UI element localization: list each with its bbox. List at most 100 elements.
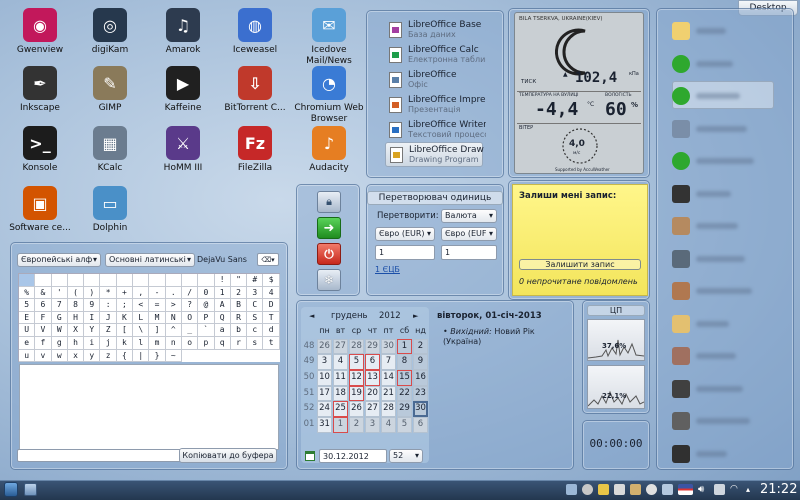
charmap-cell[interactable]: @ (198, 299, 215, 312)
calendar-day[interactable]: 9 (413, 354, 428, 371)
clear-icon[interactable]: ⌫▾ (257, 253, 279, 266)
charmap-cell[interactable]: Z (100, 324, 117, 337)
clipboard-icon[interactable] (614, 484, 625, 495)
calendar-day[interactable]: 19 (349, 385, 364, 402)
charmap-cell[interactable]: g (51, 336, 68, 350)
charmap-cell[interactable]: y (84, 349, 101, 363)
charmap-cell[interactable]: _ (181, 324, 199, 337)
contact-item[interactable] (672, 148, 774, 174)
charmap-cell[interactable] (19, 274, 36, 287)
charmap-cell[interactable]: ' (51, 286, 68, 300)
charmap-cell[interactable]: f (35, 336, 52, 350)
charmap-cell[interactable]: # (247, 274, 264, 287)
contact-item[interactable] (672, 18, 774, 44)
calendar-day[interactable]: 14 (381, 370, 396, 386)
libreoffice-item[interactable]: LibreOffice Base База даних (385, 17, 483, 42)
contact-item[interactable] (672, 376, 774, 402)
calendar-day[interactable]: 30 (413, 401, 428, 418)
calendar-day[interactable]: 4 (333, 354, 348, 371)
charmap-cell[interactable]: & (35, 286, 52, 300)
charmap-cell[interactable]: S (247, 311, 264, 325)
calendar-day[interactable]: 7 (381, 354, 396, 371)
calendar-day[interactable]: 13 (365, 370, 380, 386)
calendar-day[interactable]: 21 (381, 385, 396, 402)
charmap-cell[interactable]: X (67, 324, 85, 337)
show-desktop-icon[interactable] (24, 483, 37, 496)
next-month-button[interactable]: ► (413, 312, 418, 320)
charmap-cell[interactable]: v (35, 349, 52, 363)
calendar-day[interactable]: 22 (397, 385, 412, 402)
network-icon[interactable] (566, 484, 577, 495)
charmap-cell[interactable]: % (19, 286, 36, 300)
messenger-icon[interactable] (646, 484, 657, 495)
lock-screen-button[interactable]: 🔒︎ (317, 191, 341, 213)
prev-month-button[interactable]: ◄ (309, 312, 314, 320)
charmap-cell[interactable]: { (116, 349, 134, 363)
charmap-cell[interactable]: A (214, 299, 231, 312)
calendar-year[interactable]: 2012 (379, 311, 401, 321)
libreoffice-item[interactable]: LibreOffice Writer Текстовий процесор (385, 117, 486, 142)
charmap-cell[interactable] (67, 274, 85, 287)
kcalc-launcher[interactable]: ▦ KCalc (75, 126, 145, 174)
charmap-cell[interactable] (149, 274, 166, 287)
charmap-cell[interactable]: > (165, 299, 182, 312)
keyboard-layout-flag-icon[interactable] (678, 484, 693, 495)
charmap-cell[interactable]: z (100, 349, 117, 363)
charmap-cell[interactable]: D (263, 299, 280, 312)
charmap-cell[interactable]: U (19, 324, 36, 337)
homm-launcher[interactable]: ⚔ HoMM III (148, 126, 218, 174)
charmap-cell[interactable]: 5 (19, 299, 36, 312)
audacity-launcher[interactable]: ♪ Audacity (294, 126, 364, 174)
charmap-cell[interactable]: ` (198, 324, 215, 337)
calendar-day[interactable]: 20 (365, 385, 380, 402)
charmap-text-input[interactable] (17, 449, 183, 462)
charmap-cell[interactable]: " (230, 274, 248, 287)
charmap-cell[interactable]: ; (116, 299, 134, 312)
calendar-day[interactable]: 4 (381, 417, 396, 433)
bittorrent-launcher[interactable]: ⇩ BitTorrent C... (220, 66, 290, 114)
charmap-cell[interactable]: n (165, 336, 182, 350)
to-unit-select[interactable]: Євро (EUF (441, 227, 497, 241)
amarok-launcher[interactable]: ♫ Amarok (148, 8, 218, 56)
to-value-input[interactable]: 1 (441, 245, 497, 260)
charmap-cell[interactable]: | (133, 349, 150, 363)
charmap-cell[interactable]: C (247, 299, 264, 312)
timer-panel[interactable]: 00:00:00 (582, 420, 650, 470)
contact-item[interactable] (672, 116, 774, 142)
calendar-day[interactable]: 6 (365, 354, 380, 371)
charmap-cell[interactable]: + (116, 286, 134, 300)
charmap-cell[interactable]: H (67, 311, 85, 325)
charmap-cell[interactable]: ) (84, 286, 101, 300)
contact-item[interactable] (672, 213, 774, 239)
charmap-cell[interactable]: P (198, 311, 215, 325)
note-textarea[interactable] (517, 205, 643, 255)
charmap-cell[interactable]: < (133, 299, 150, 312)
charmap-cell[interactable]: 0 (198, 286, 215, 300)
notes-icon[interactable] (598, 484, 609, 495)
charmap-cell[interactable]: x (67, 349, 85, 363)
charmap-cell[interactable] (165, 274, 182, 287)
charmap-cell[interactable]: 2 (230, 286, 248, 300)
charmap-cell[interactable]: ? (181, 299, 199, 312)
charmap-cell[interactable]: . (165, 286, 182, 300)
wifi-icon[interactable]: ◠ (730, 484, 741, 495)
script-select[interactable]: Основні латинські (105, 253, 195, 267)
calendar-day[interactable]: 2 (349, 417, 364, 433)
calendar-day[interactable]: 27 (365, 401, 380, 418)
contact-item[interactable] (672, 246, 774, 272)
charmap-cell[interactable]: p (198, 336, 215, 350)
libreoffice-item[interactable]: LibreOffice Офіс (385, 67, 483, 92)
calendar-day[interactable]: 3 (317, 354, 332, 371)
charmap-cell[interactable] (116, 274, 134, 287)
charmap-cell[interactable]: M (149, 311, 166, 325)
calendar-day[interactable]: 8 (397, 354, 412, 371)
alphabet-select[interactable]: Європейські алф (17, 253, 101, 267)
charmap-cell[interactable]: o (181, 336, 199, 350)
libreoffice-item[interactable]: LibreOffice Draw Drawing Program (385, 142, 484, 167)
contact-item[interactable] (672, 51, 774, 77)
gwenview-launcher[interactable]: ◉ Gwenview (5, 8, 75, 56)
updates-icon[interactable] (582, 484, 593, 495)
contact-item[interactable] (672, 408, 774, 434)
charmap-cell[interactable]: L (133, 311, 150, 325)
charmap-cell[interactable]: 9 (84, 299, 101, 312)
